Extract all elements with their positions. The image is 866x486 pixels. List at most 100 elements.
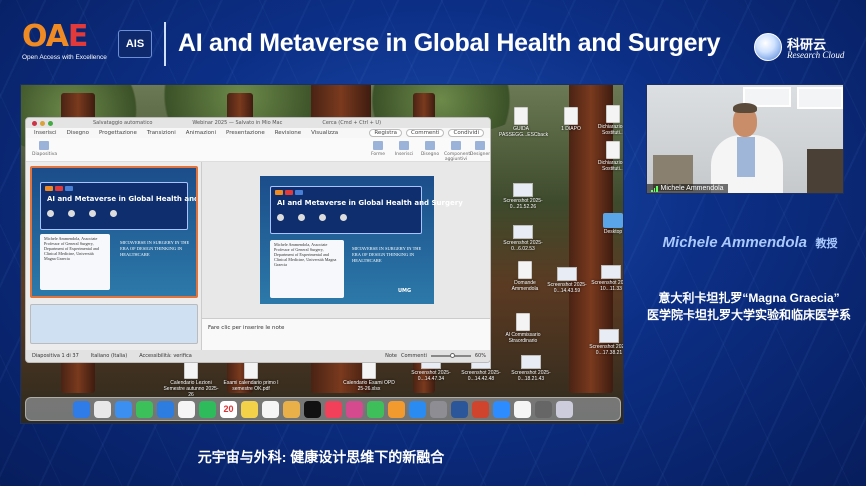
trash-icon[interactable] xyxy=(556,400,573,418)
powerpoint-window: Salvataggio automatico Webinar 2025 — Sa… xyxy=(25,117,491,363)
notes-area[interactable]: Fare clic per inserire le note xyxy=(202,318,490,352)
desktop-file[interactable]: Domande Ammendola xyxy=(503,261,547,292)
window-controls[interactable] xyxy=(32,120,53,126)
word-icon[interactable] xyxy=(451,400,468,418)
autosave-label[interactable]: Salvataggio automatico xyxy=(93,120,152,126)
messages-icon[interactable] xyxy=(136,400,153,418)
ribbon-shapes[interactable]: Forme xyxy=(366,141,390,157)
oae-mark: OAE xyxy=(22,19,88,54)
desktop-screenshot[interactable]: Screenshot 2025-0...17.38.21 xyxy=(587,329,623,356)
research-cloud-en: Research Cloud xyxy=(787,50,845,60)
header-divider xyxy=(164,22,166,66)
thumb-script: METAVERSE IN SURGERY IN THE ERA OF DESIG… xyxy=(120,240,190,257)
photos-icon[interactable] xyxy=(178,400,195,418)
desktop-file[interactable]: Esami calendario primo I semestre OK.pdf xyxy=(221,361,281,392)
thumb-slide-title: AI and Metaverse in Global Health and Su… xyxy=(47,195,198,203)
status-slide-count: Diapositiva 1 di 37 xyxy=(32,353,79,359)
research-cloud-logo: 科研云 Research Cloud xyxy=(754,33,854,63)
signal-icon xyxy=(651,185,658,192)
speaker-role: 教授 xyxy=(815,238,838,250)
desktop-file[interactable]: GUIDA PASSEGG...ESCback xyxy=(499,107,548,138)
mail-icon[interactable] xyxy=(157,400,174,418)
zoom-slider-knob[interactable] xyxy=(450,353,456,358)
speaker-hair xyxy=(733,103,757,113)
desktop-file[interactable]: Dichiarazione Sostituti... xyxy=(591,141,623,172)
page-title: AI and Metaverse in Global Health and Su… xyxy=(178,29,721,57)
desktop-folder[interactable]: Desktop xyxy=(591,213,623,235)
music-icon[interactable] xyxy=(325,400,342,418)
preview-icon[interactable] xyxy=(514,400,531,418)
finder-icon[interactable] xyxy=(73,400,90,418)
research-cloud-icon xyxy=(754,33,782,61)
freeform-icon[interactable] xyxy=(283,400,300,418)
ribbon-draw[interactable]: Disegno xyxy=(418,141,442,157)
notes-toggle[interactable]: Note xyxy=(385,353,397,359)
window-title: Webinar 2025 — Salvato in Mio Mac xyxy=(192,120,283,126)
share-button[interactable]: Condividi xyxy=(448,129,484,137)
powerpoint-icon[interactable] xyxy=(472,400,489,418)
desktop-file[interactable]: 1 DIAPO xyxy=(549,107,593,132)
oae-logo: OAE Open Access with Excellence xyxy=(22,22,108,68)
search-box[interactable]: Cerca (Cmd + Ctrl + U) xyxy=(322,120,381,126)
speaker-name: Michele Ammendola xyxy=(662,234,808,251)
ribbon-addins[interactable]: Componenti aggiuntivi xyxy=(444,141,471,162)
oae-tagline: Open Access with Excellence xyxy=(22,54,107,61)
desktop-screenshot[interactable]: Screenshot 2025-0...21.52.26 xyxy=(501,183,545,210)
slide-title: AI and Metaverse in Global Health and Su… xyxy=(277,199,463,207)
pages-icon[interactable] xyxy=(388,400,405,418)
tv-icon[interactable] xyxy=(304,400,321,418)
mac-dock: 20 xyxy=(25,397,621,421)
speaker-shirt xyxy=(737,137,755,177)
reminders-icon[interactable] xyxy=(262,400,279,418)
desktop-screenshot[interactable]: Screenshot 2024-10...11.33 xyxy=(589,265,623,292)
calendar-icon[interactable]: 20 xyxy=(220,400,237,418)
menu-item[interactable]: Animazioni xyxy=(186,130,216,136)
launchpad-icon[interactable] xyxy=(94,400,111,418)
slide-thumbnail-2[interactable] xyxy=(30,304,198,344)
ais-badge: AIS xyxy=(118,30,152,58)
comments-button[interactable]: Commenti xyxy=(406,129,445,137)
desktop-screenshot[interactable]: Screenshot 2025-0...6.02.53 xyxy=(501,225,545,252)
menu-item[interactable]: Presentazione xyxy=(226,130,265,136)
desktop-file[interactable]: Calendario Lezioni Semestre autunno 2025… xyxy=(161,361,221,398)
ribbon-slide[interactable]: Diapositiva xyxy=(32,141,57,157)
affiliation-line-2: 医学院卡坦扎罗大学实验和临床医学系 xyxy=(646,308,851,322)
status-accessibility[interactable]: Accessibilità: verifica xyxy=(139,353,192,359)
record-button[interactable]: Registra xyxy=(369,129,402,137)
desktop-screenshot[interactable]: Screenshot 2025-0...18.21.43 xyxy=(509,355,553,382)
desktop-file[interactable]: Al Commissario Straordinario xyxy=(501,313,545,344)
menu-item[interactable]: Revisione xyxy=(275,130,301,136)
main-slide[interactable]: AI and Metaverse in Global Health and Su… xyxy=(260,176,463,304)
safari-icon[interactable] xyxy=(115,400,132,418)
zoom-icon[interactable] xyxy=(493,400,510,418)
header: OAE Open Access with Excellence AIS AI a… xyxy=(0,0,866,80)
ribbon-insert[interactable]: Inserisci xyxy=(392,141,416,157)
status-language[interactable]: Italiano (Italia) xyxy=(91,353,127,359)
video-name-tag: Michele Ammendola xyxy=(647,184,728,193)
slide-thumbnails: AI and Metaverse in Global Health and Su… xyxy=(26,162,202,352)
menu-item[interactable]: Inserisci xyxy=(34,130,57,136)
menu-item[interactable]: Visualizza xyxy=(311,130,338,136)
slide-thumbnail-1[interactable]: AI and Metaverse in Global Health and Su… xyxy=(30,166,198,298)
desktop-file[interactable]: Calendario Esami OPD 25-26.xlsx xyxy=(339,361,399,392)
comments-toggle[interactable]: Commenti xyxy=(401,353,427,359)
ribbon-designer[interactable]: Designer xyxy=(468,141,490,157)
zoom-slider[interactable] xyxy=(430,353,471,358)
menu-item[interactable]: Progettazione xyxy=(99,130,137,136)
numbers-icon[interactable] xyxy=(367,400,384,418)
video-chair xyxy=(807,149,843,193)
downloads-icon[interactable] xyxy=(535,400,552,418)
video-window-bg xyxy=(797,87,843,109)
appstore-icon[interactable] xyxy=(409,400,426,418)
slide-script: METAVERSE IN SURGERY IN THE ERA OF DESIG… xyxy=(352,246,422,263)
menu-item[interactable]: Transizioni xyxy=(147,130,176,136)
settings-icon[interactable] xyxy=(430,400,447,418)
menu-item[interactable]: Disegno xyxy=(67,130,89,136)
notes-icon[interactable] xyxy=(241,400,258,418)
zoom-percent[interactable]: 60% xyxy=(475,353,486,359)
slide-speaker-bio: Michele Ammendola, Associate Professor o… xyxy=(274,242,337,267)
desktop-screenshot[interactable]: Screenshot 2025-0...14.43.59 xyxy=(545,267,589,294)
desktop-file[interactable]: Dichiarazione Sostituti... xyxy=(591,105,623,136)
facetime-icon[interactable] xyxy=(199,400,216,418)
podcasts-icon[interactable] xyxy=(346,400,363,418)
